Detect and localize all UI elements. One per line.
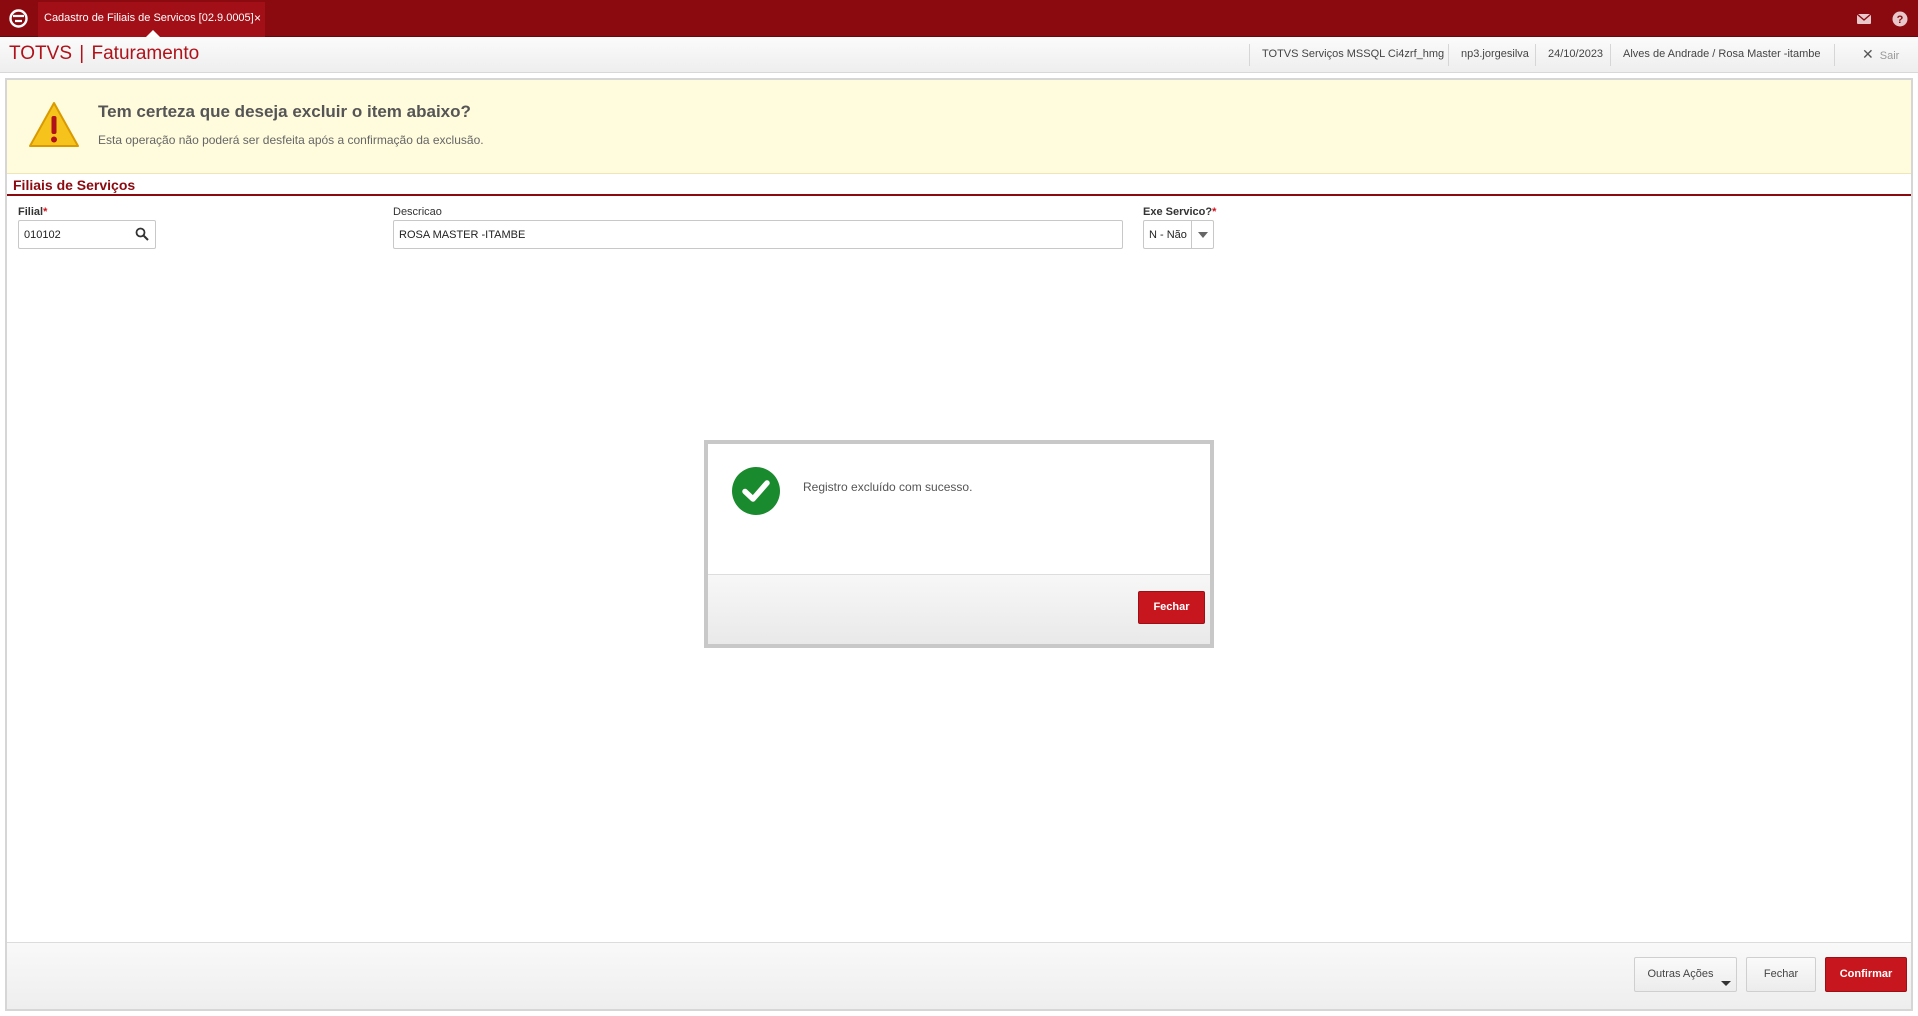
descricao-label: Descricao bbox=[393, 206, 442, 218]
header-divider bbox=[1535, 44, 1536, 66]
required-mark: * bbox=[43, 206, 48, 218]
help-icon[interactable]: ? bbox=[1891, 10, 1909, 28]
totvs-logo-icon[interactable] bbox=[8, 8, 29, 29]
search-icon[interactable] bbox=[135, 227, 149, 241]
tab-cadastro-filiais[interactable]: Cadastro de Filiais de Servicos [02.9.00… bbox=[38, 2, 265, 37]
warning-subtitle: Esta operação não poderá ser desfeita ap… bbox=[98, 133, 484, 147]
dialog-close-button[interactable]: Fechar bbox=[1138, 591, 1205, 624]
select-arrow[interactable] bbox=[1191, 221, 1213, 248]
header-divider bbox=[1610, 44, 1611, 66]
app-name: TOTVS bbox=[9, 43, 72, 64]
header-divider bbox=[1249, 44, 1250, 66]
section-divider bbox=[7, 194, 1911, 196]
branch-info: Alves de Andrade / Rosa Master -itambe bbox=[1623, 48, 1821, 60]
filial-label-text: Filial bbox=[18, 206, 44, 218]
filial-value: 010102 bbox=[24, 229, 61, 241]
filial-label: Filial* bbox=[18, 206, 47, 218]
warning-title: Tem certeza que deseja excluir o item ab… bbox=[98, 102, 471, 121]
dialog-footer: Fechar bbox=[708, 574, 1210, 644]
header-divider bbox=[1448, 44, 1449, 66]
other-actions-label: Outras Ações bbox=[1647, 968, 1714, 980]
svg-text:?: ? bbox=[1897, 14, 1904, 26]
exe-servico-label: Exe Servico?* bbox=[1143, 206, 1216, 218]
app-title-separator: | bbox=[79, 43, 85, 64]
section-title: Filiais de Serviços bbox=[13, 177, 136, 193]
close-button[interactable]: Fechar bbox=[1746, 957, 1816, 992]
dialog-message: Registro excluído com sucesso. bbox=[803, 480, 973, 494]
tab-close-icon[interactable]: × bbox=[254, 2, 261, 34]
exe-servico-label-text: Exe Servico? bbox=[1143, 206, 1213, 218]
chevron-down-icon bbox=[1721, 981, 1731, 986]
tab-active-indicator bbox=[146, 30, 160, 37]
success-check-icon bbox=[732, 467, 780, 515]
other-actions-button[interactable]: Outras Ações bbox=[1634, 957, 1737, 992]
app-header: TOTVS | Faturamento TOTVS Serviços MSSQL… bbox=[0, 37, 1918, 73]
environment-info: TOTVS Serviços MSSQL Ci4zrf_hmg bbox=[1262, 48, 1445, 60]
exit-label: Sair bbox=[1879, 50, 1900, 62]
header-divider bbox=[1834, 44, 1835, 66]
exit-button[interactable]: ✕ Sair bbox=[1862, 46, 1899, 63]
required-mark: * bbox=[1212, 206, 1217, 218]
top-bar: Cadastro de Filiais de Servicos [02.9.00… bbox=[0, 0, 1918, 37]
descricao-value: ROSA MASTER -ITAMBE bbox=[399, 229, 526, 241]
descricao-input[interactable]: ROSA MASTER -ITAMBE bbox=[393, 220, 1123, 249]
chevron-down-icon bbox=[1198, 232, 1208, 238]
success-dialog: Registro excluído com sucesso. Fechar bbox=[704, 440, 1214, 648]
confirm-button[interactable]: Confirmar bbox=[1825, 957, 1907, 992]
tab-label: Cadastro de Filiais de Servicos [02.9.00… bbox=[44, 12, 254, 24]
module-name: Faturamento bbox=[91, 43, 200, 64]
app-title: TOTVS | Faturamento bbox=[9, 43, 199, 65]
delete-warning-banner: Tem certeza que deseja excluir o item ab… bbox=[7, 80, 1911, 174]
exe-servico-value: N - Não bbox=[1149, 229, 1187, 241]
exe-servico-select[interactable]: N - Não bbox=[1143, 220, 1214, 249]
dialog-body: Registro excluído com sucesso. bbox=[708, 444, 1210, 574]
user-info: np3.jorgesilva bbox=[1461, 48, 1529, 60]
close-icon: ✕ bbox=[1862, 46, 1874, 62]
date-info: 24/10/2023 bbox=[1548, 48, 1604, 60]
filial-input[interactable]: 010102 bbox=[18, 220, 156, 249]
footer-bar: Outras Ações Fechar Confirmar bbox=[7, 942, 1911, 1009]
mail-icon[interactable] bbox=[1855, 10, 1873, 28]
warning-icon bbox=[29, 102, 79, 147]
